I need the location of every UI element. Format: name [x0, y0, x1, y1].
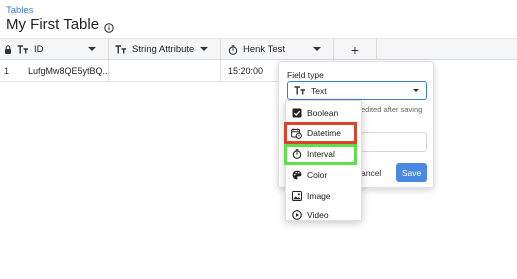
row-number: 1 [4, 65, 10, 76]
column-header-henk-test[interactable]: Henk Test [221, 39, 334, 60]
column-header-label: String Attribute [132, 44, 195, 55]
add-column-button[interactable]: + [334, 39, 377, 60]
chevron-down-icon[interactable] [313, 47, 321, 51]
play-circle-icon [291, 209, 302, 220]
field-type-label: Field type [287, 70, 324, 80]
text-type-icon [115, 45, 127, 54]
breadcrumb[interactable]: Tables [6, 5, 33, 16]
column-header-string-attribute[interactable]: String Attribute [109, 39, 221, 60]
chevron-down-icon [413, 89, 419, 92]
add-column-icon: + [350, 41, 360, 58]
option-image[interactable]: Image [286, 186, 363, 206]
text-type-icon [294, 86, 306, 95]
save-button[interactable]: Save [396, 163, 427, 182]
column-header-id[interactable]: ID [0, 39, 109, 60]
option-boolean[interactable]: Boolean [286, 103, 363, 123]
chevron-down-icon[interactable] [200, 47, 208, 51]
info-icon[interactable] [104, 20, 114, 33]
page-title-text: My First Table [6, 16, 100, 33]
text-type-icon [17, 45, 29, 54]
palette-icon [291, 170, 302, 181]
option-video[interactable]: Video [286, 207, 363, 222]
lock-icon [4, 45, 12, 54]
image-icon [291, 191, 302, 202]
option-label: Image [307, 191, 331, 201]
grid-header: ID String Attribute Henk Test + [0, 38, 517, 60]
datetime-highlight-box [284, 122, 357, 144]
field-type-selected-value: Text [311, 85, 327, 96]
field-name-input[interactable] [361, 132, 427, 152]
option-label: Color [307, 170, 328, 180]
chevron-down-icon[interactable] [88, 47, 96, 51]
field-type-hint: edited after saving [361, 105, 423, 114]
column-header-label: Henk Test [243, 44, 286, 55]
column-header-label: ID [34, 44, 44, 55]
interval-highlight-box [284, 144, 357, 165]
option-color[interactable]: Color [286, 165, 363, 185]
field-type-select[interactable]: Text [287, 81, 427, 100]
option-label: Boolean [307, 108, 339, 118]
cancel-button[interactable]: ancel [361, 163, 389, 182]
cell-string-attribute[interactable] [109, 60, 221, 81]
checkbox-icon [291, 108, 302, 119]
page-title: My First Table [6, 16, 114, 33]
option-label: Video [307, 209, 329, 220]
stopwatch-icon [228, 44, 238, 55]
cell-id[interactable]: LufgMw8QE5ytBQ... [22, 60, 109, 81]
